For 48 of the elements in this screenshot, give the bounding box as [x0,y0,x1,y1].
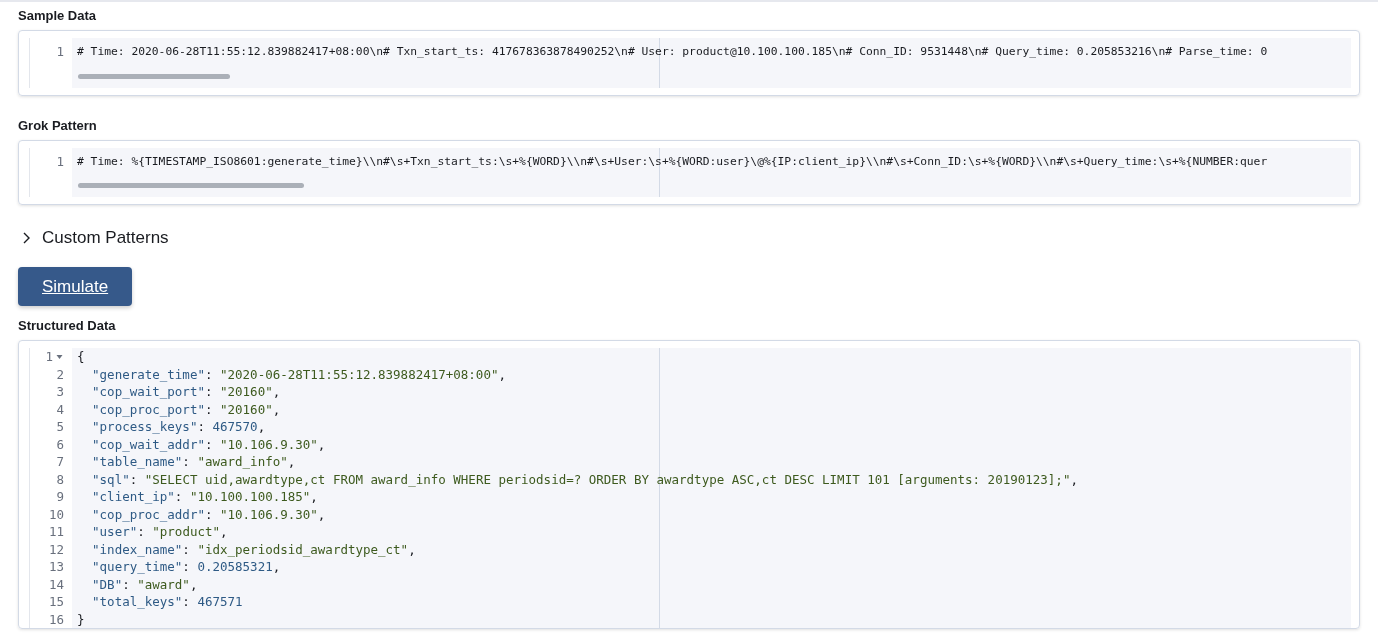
code-line: "cop_wait_port": "20160", [91,383,281,401]
line-number: 3 [56,383,64,401]
line-number: 6 [56,435,64,453]
line-number: 11 [48,523,64,541]
code-editor[interactable]: 1 # Time: %{TIMESTAMP_ISO8601:generate_time}\\n#\s+Txn_start_ts:\s+%{WORD}\\n#\s+User:\s+%{WORD:user}\@%{IP:client_ip}\\n#\s+Conn_ID:\s+%{WORD}\\n#\s+Query_time:\s+%{NUMBER:quer [18,139,1360,205]
code-line: # Time: 2020-06-28T11:55:12.839882417+08:00\n# Txn_start_ts: 417678363878490252\n# User: product@10.100.100.185\n# Conn_ID: 9531448\n# Query_time: 0.205853216\n# Parse_time: 0 [76,44,1268,60]
line-number: 1 [56,43,64,61]
code-line: "user": "product", [91,523,228,541]
line-number: 1 [56,152,64,170]
code-editor[interactable] [18,340,1360,629]
chevron-right-icon [22,230,32,245]
code-line: "index_name": "idx_periodsid_awardtype_ct", [91,540,416,558]
code-line: { [76,348,85,366]
line-number: 2 [56,365,64,383]
line-number: 8 [56,470,64,488]
code-line: "total_keys": 467571 [91,593,243,611]
section-label: Structured Data [18,318,117,334]
code-line: "process_keys": 467570, [91,418,266,436]
line-number: 1 [45,348,53,366]
line-number: 13 [48,558,64,576]
scrollbar-thumb[interactable] [78,73,230,79]
line-number: 12 [48,540,64,558]
line-number: 5 [56,418,64,436]
line-number: 4 [56,400,64,418]
line-number: 14 [48,575,64,593]
code-line: "cop_proc_addr": "10.106.9.30", [91,505,326,523]
code-line: "client_ip": "10.100.100.185", [91,488,318,506]
code-line: "table_name": "award_info", [91,453,296,471]
line-number: 15 [48,593,64,611]
scrollbar-thumb[interactable] [78,183,304,188]
simulate-button[interactable]: Simulate [18,266,133,306]
code-line: "DB": "award", [91,575,198,593]
line-number: 16 [48,610,64,628]
section-label: Grok Pattern [18,117,98,134]
code-line: "cop_wait_addr": "10.106.9.30", [91,435,326,453]
code-line: # Time: %{TIMESTAMP_ISO8601:generate_time}\\n#\s+Txn_start_ts:\s+%{WORD}\\n#\s+User:\s+%{WORD:user}\@%{IP:client_ip}\\n#\s+Conn_ID:\s+%{WORD}\\n#\s+Query_time:\s+%{NUMBER:quer [76,153,1268,170]
code-line: "sql": "SELECT uid,awardtype,ct FROM award_info WHERE periodsid=? ORDER BY awardtype ASC,ct DESC LIMIT 101 [arguments: 20190123];", [91,470,1078,488]
line-number: 7 [56,453,64,471]
section-label: Sample Data [18,8,98,24]
fold-caret-down-icon[interactable] [55,352,64,362]
code-editor[interactable]: 1 # Time: 2020-06-28T11:55:12.839882417+08:00\n# Txn_start_ts: 417678363878490252\n# User: product@10.100.100.185\n# Conn_ID: 9531448\n# Query_time: 0.205853216\n# Parse_time: 0 [18,30,1360,96]
code-line: "cop_proc_port": "20160", [91,400,281,418]
custom-patterns-toggle[interactable]: Custom Patterns [22,225,169,251]
line-number: 9 [56,488,64,506]
line-number: 10 [48,505,64,523]
code-line: } [76,610,85,628]
code-line: "query_time": 0.20585321, [91,558,281,576]
code-line: "generate_time": "2020-06-28T11:55:12.839882417+08:00", [91,365,506,383]
